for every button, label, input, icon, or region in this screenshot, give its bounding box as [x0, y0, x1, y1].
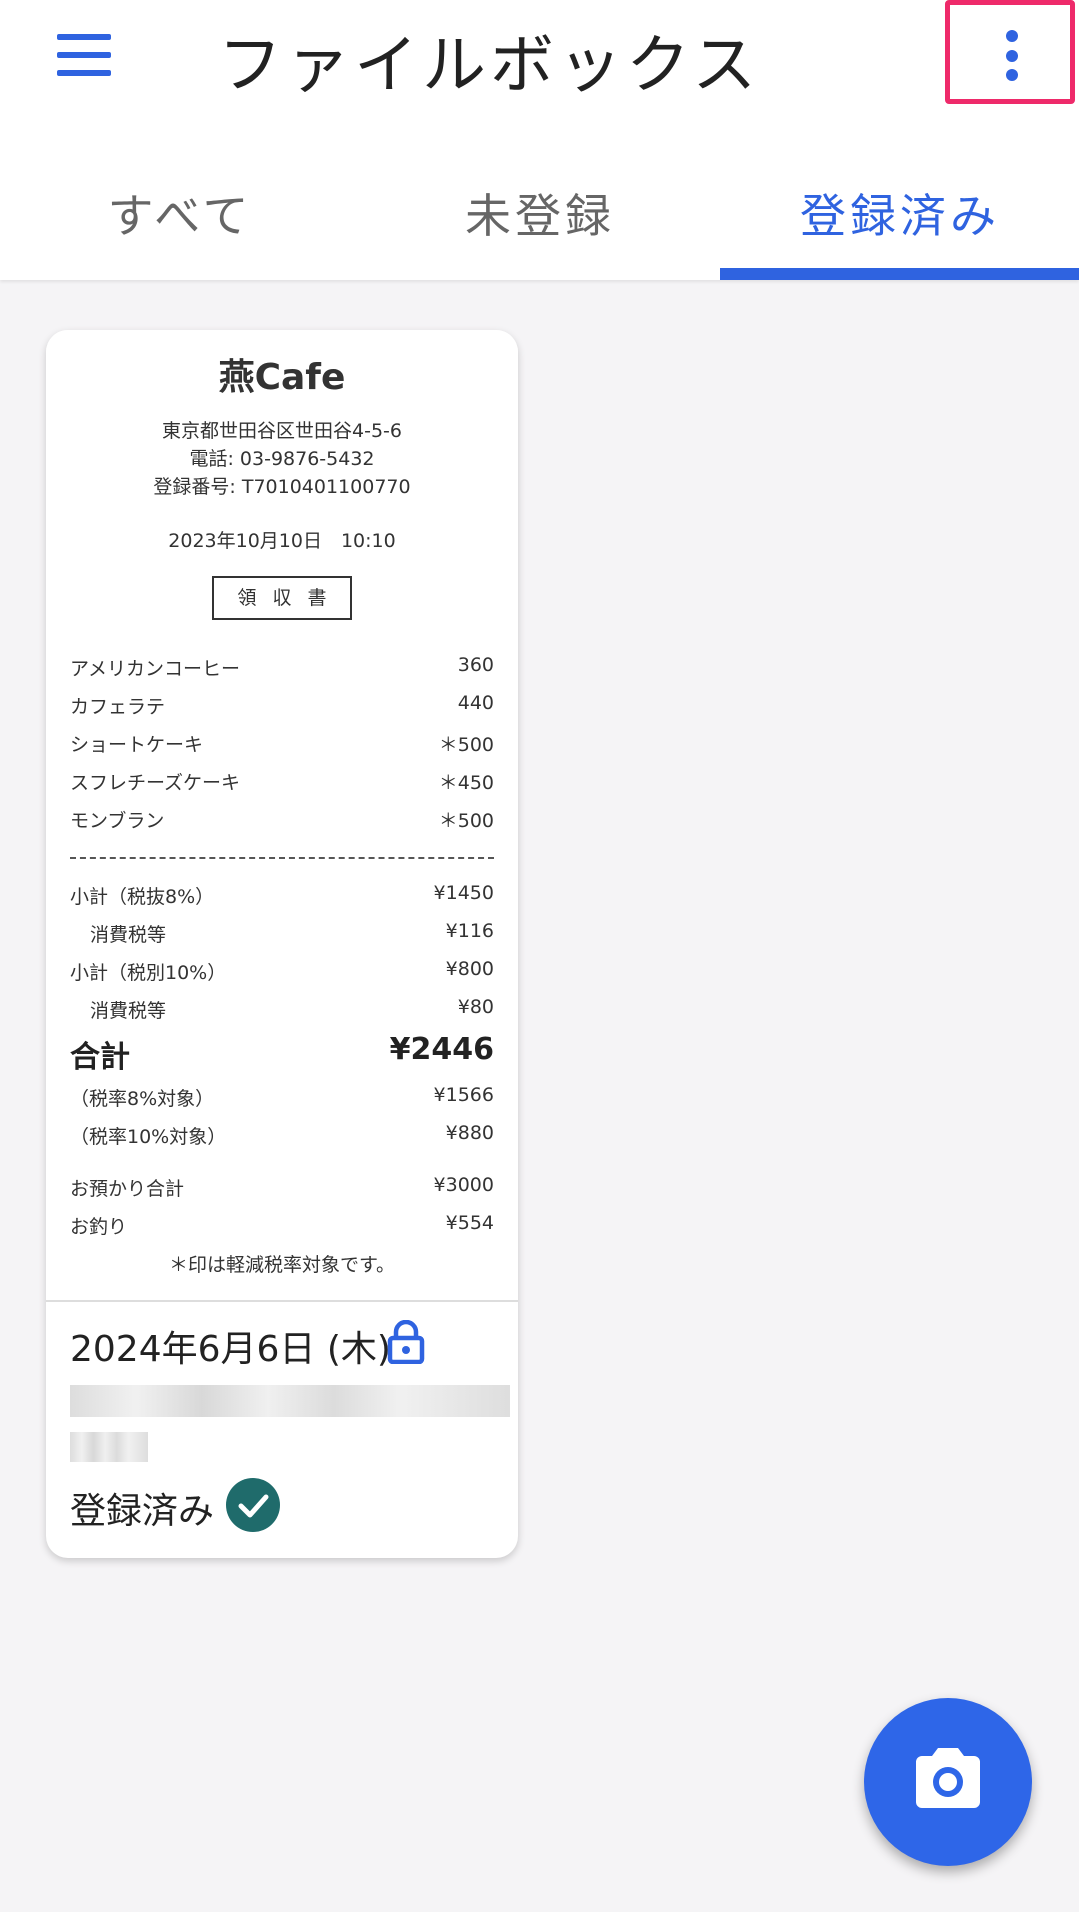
- lock-icon: [387, 1320, 425, 1364]
- receipt-total: 合計 ¥2446: [70, 1032, 494, 1075]
- app-bar: ファイルボックス すべて 未登録 登録済み: [0, 0, 1079, 280]
- receipt-tel: 電話: 03-9876-5432: [189, 448, 375, 470]
- tab-bar: すべて 未登録 登録済み: [0, 160, 1079, 280]
- receipt-payment-row: お預かり合計 ¥3000: [70, 1174, 494, 1200]
- receipt-datetime: 2023年10月10日 10:10: [168, 530, 396, 552]
- page-title: ファイルボックス: [218, 29, 761, 103]
- check-circle-icon: [226, 1478, 280, 1532]
- tab-unregistered[interactable]: 未登録: [360, 160, 720, 280]
- more-options-button[interactable]: [945, 0, 1075, 104]
- menu-icon[interactable]: [50, 32, 118, 84]
- receipt-summary-row: 小計（税抜8%） ¥1450: [70, 882, 494, 908]
- tab-registered[interactable]: 登録済み: [720, 160, 1079, 280]
- receipt-item: アメリカンコーヒー 360: [70, 654, 494, 680]
- camera-icon: [916, 1748, 980, 1808]
- receipt-divider: [70, 857, 494, 859]
- receipt-registration-number: 登録番号: T7010401100770: [153, 476, 411, 498]
- status-label: 登録済み: [70, 1491, 215, 1532]
- receipt-address: 東京都世田谷区世田谷4-5-6: [162, 420, 402, 442]
- receipt-summary-row: 小計（税別10%） ¥800: [70, 958, 494, 984]
- camera-button[interactable]: [864, 1698, 1032, 1866]
- receipt-item: カフェラテ 440: [70, 692, 494, 718]
- receipt-stamp: 領収書: [212, 576, 352, 620]
- receipt-item: スフレチーズケーキ ＊450: [70, 772, 494, 794]
- receipt-summary-row: 消費税等 ¥116: [90, 920, 494, 946]
- receipt-breakdown-row: （税率10%対象） ¥880: [70, 1122, 494, 1148]
- receipt-note: ＊印は軽減税率対象です。: [168, 1254, 396, 1276]
- receipt-item: ショートケーキ ＊500: [70, 734, 494, 756]
- receipt-item: モンブラン ＊500: [70, 810, 494, 832]
- receipt-payment-row: お釣り ¥554: [70, 1212, 494, 1238]
- receipt-shop-name: 燕Cafe: [218, 357, 346, 398]
- tab-all[interactable]: すべて: [0, 160, 360, 280]
- receipt-summary-row: 消費税等 ¥80: [90, 996, 494, 1022]
- receipt-breakdown-row: （税率8%対象） ¥1566: [70, 1084, 494, 1110]
- more-vert-icon: [1006, 30, 1018, 42]
- blurred-filename: [70, 1432, 148, 1462]
- receipt-thumbnail[interactable]: 燕Cafe 東京都世田谷区世田谷4-5-6 電話: 03-9876-5432 登…: [46, 330, 518, 1302]
- card-date: 2024年6月6日 (木): [70, 1329, 391, 1370]
- file-card[interactable]: 燕Cafe 東京都世田谷区世田谷4-5-6 電話: 03-9876-5432 登…: [46, 330, 518, 1558]
- blurred-filename: [70, 1385, 510, 1417]
